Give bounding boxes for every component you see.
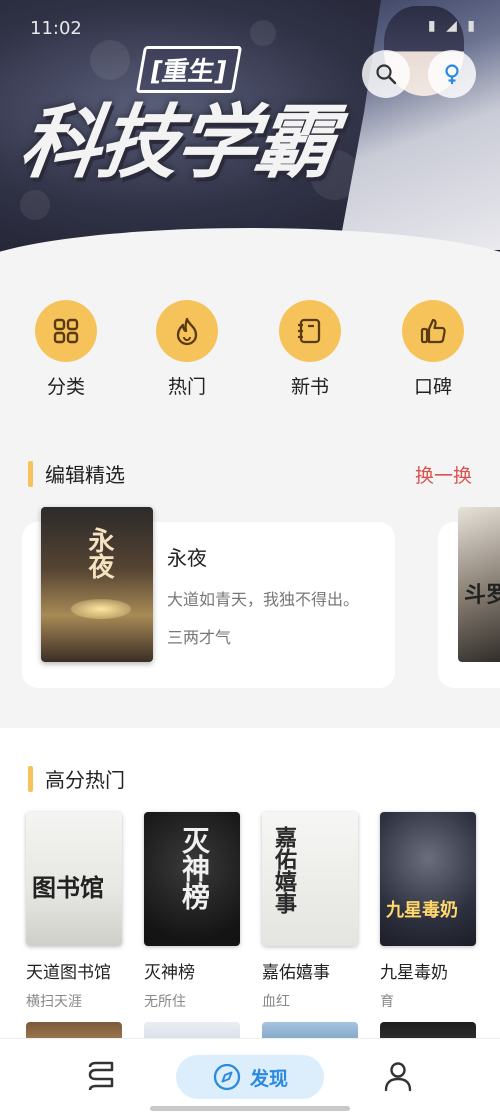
book-cover: 灭神榜 [144, 812, 240, 946]
book-author: 血红 [262, 994, 290, 1010]
book-author: 三两才气 [167, 628, 232, 647]
hero-banner[interactable]: 11:02 ▮ ◢ ▮ [重生] 科技学霸 [0, 0, 500, 270]
notebook-icon [298, 318, 321, 344]
nav-bookshelf[interactable] [84, 1059, 118, 1097]
high-score-header: 高分热门 [28, 764, 125, 793]
swap-button[interactable]: 换一换 [415, 461, 472, 488]
book-author: 横扫天涯 [26, 994, 82, 1010]
status-icons: ▮ ◢ ▮ [427, 18, 478, 34]
status-time: 11:02 [30, 18, 82, 39]
section-title: 高分热门 [45, 768, 125, 792]
book-title: 九星毒奶 [380, 963, 448, 983]
nav-active-label: 发现 [249, 1067, 288, 1090]
section-accent-bar [28, 460, 33, 487]
nav-profile[interactable] [381, 1059, 415, 1097]
category-label: 热门 [167, 376, 206, 398]
banner-title: 科技学霸 [14, 96, 340, 189]
home-indicator [150, 1106, 350, 1111]
book-item[interactable]: 图书馆 天道图书馆 横扫天涯 [26, 812, 122, 1011]
book-title: 嘉佑嬉事 [262, 963, 330, 983]
category-label: 分类 [46, 376, 85, 398]
book-item[interactable]: 嘉佑嬉事 嘉佑嬉事 血红 [262, 812, 358, 1011]
person-icon [384, 1062, 412, 1092]
book-title: 灭神榜 [144, 963, 195, 983]
category-hot[interactable]: 热门 [142, 300, 232, 399]
grid-icon [53, 318, 79, 344]
flame-icon [176, 317, 198, 346]
book-title: 天道图书馆 [26, 963, 111, 983]
section-accent-bar [28, 765, 33, 792]
search-icon [376, 64, 397, 85]
book-item[interactable]: 九星毒奶 九星毒奶 育 [380, 812, 476, 1011]
book-cover: 图书馆 [26, 812, 122, 946]
category-reputation[interactable]: 口碑 [388, 300, 478, 399]
book-cover: 嘉佑嬉事 [262, 812, 358, 946]
search-button[interactable] [362, 50, 410, 98]
category-label: 新书 [290, 376, 329, 398]
category-classify[interactable]: 分类 [21, 300, 111, 399]
thumbs-up-icon [420, 318, 446, 344]
section-title: 编辑精选 [45, 463, 125, 487]
bottom-nav: 发现 [0, 1038, 500, 1115]
book-description: 大道如青天，我独不得出。 [167, 590, 360, 609]
next-book-cover[interactable]: 斗罗 [458, 507, 500, 662]
book-author: 无所住 [144, 994, 186, 1010]
discover-page: 11:02 ▮ ◢ ▮ [重生] 科技学霸 分类 热门 新书 口碑 编辑精选 换… [0, 0, 500, 1115]
book-author: 育 [380, 994, 394, 1010]
gender-switch-button[interactable] [428, 50, 476, 98]
category-label: 口碑 [413, 376, 452, 398]
nav-discover[interactable]: 发现 [176, 1055, 324, 1099]
book-item[interactable]: 灭神榜 灭神榜 无所住 [144, 812, 240, 1011]
category-new[interactable]: 新书 [265, 300, 355, 399]
book-title[interactable]: 永夜 [167, 542, 207, 571]
book-cover: 九星毒奶 [380, 812, 476, 946]
compass-icon [213, 1063, 241, 1091]
bookshelf-icon [88, 1061, 114, 1091]
female-symbol-icon [445, 64, 459, 84]
category-row: 分类 热门 新书 口碑 [0, 300, 500, 400]
book-cover[interactable]: 永夜 [41, 507, 153, 662]
editor-picks-header: 编辑精选 [28, 459, 125, 488]
